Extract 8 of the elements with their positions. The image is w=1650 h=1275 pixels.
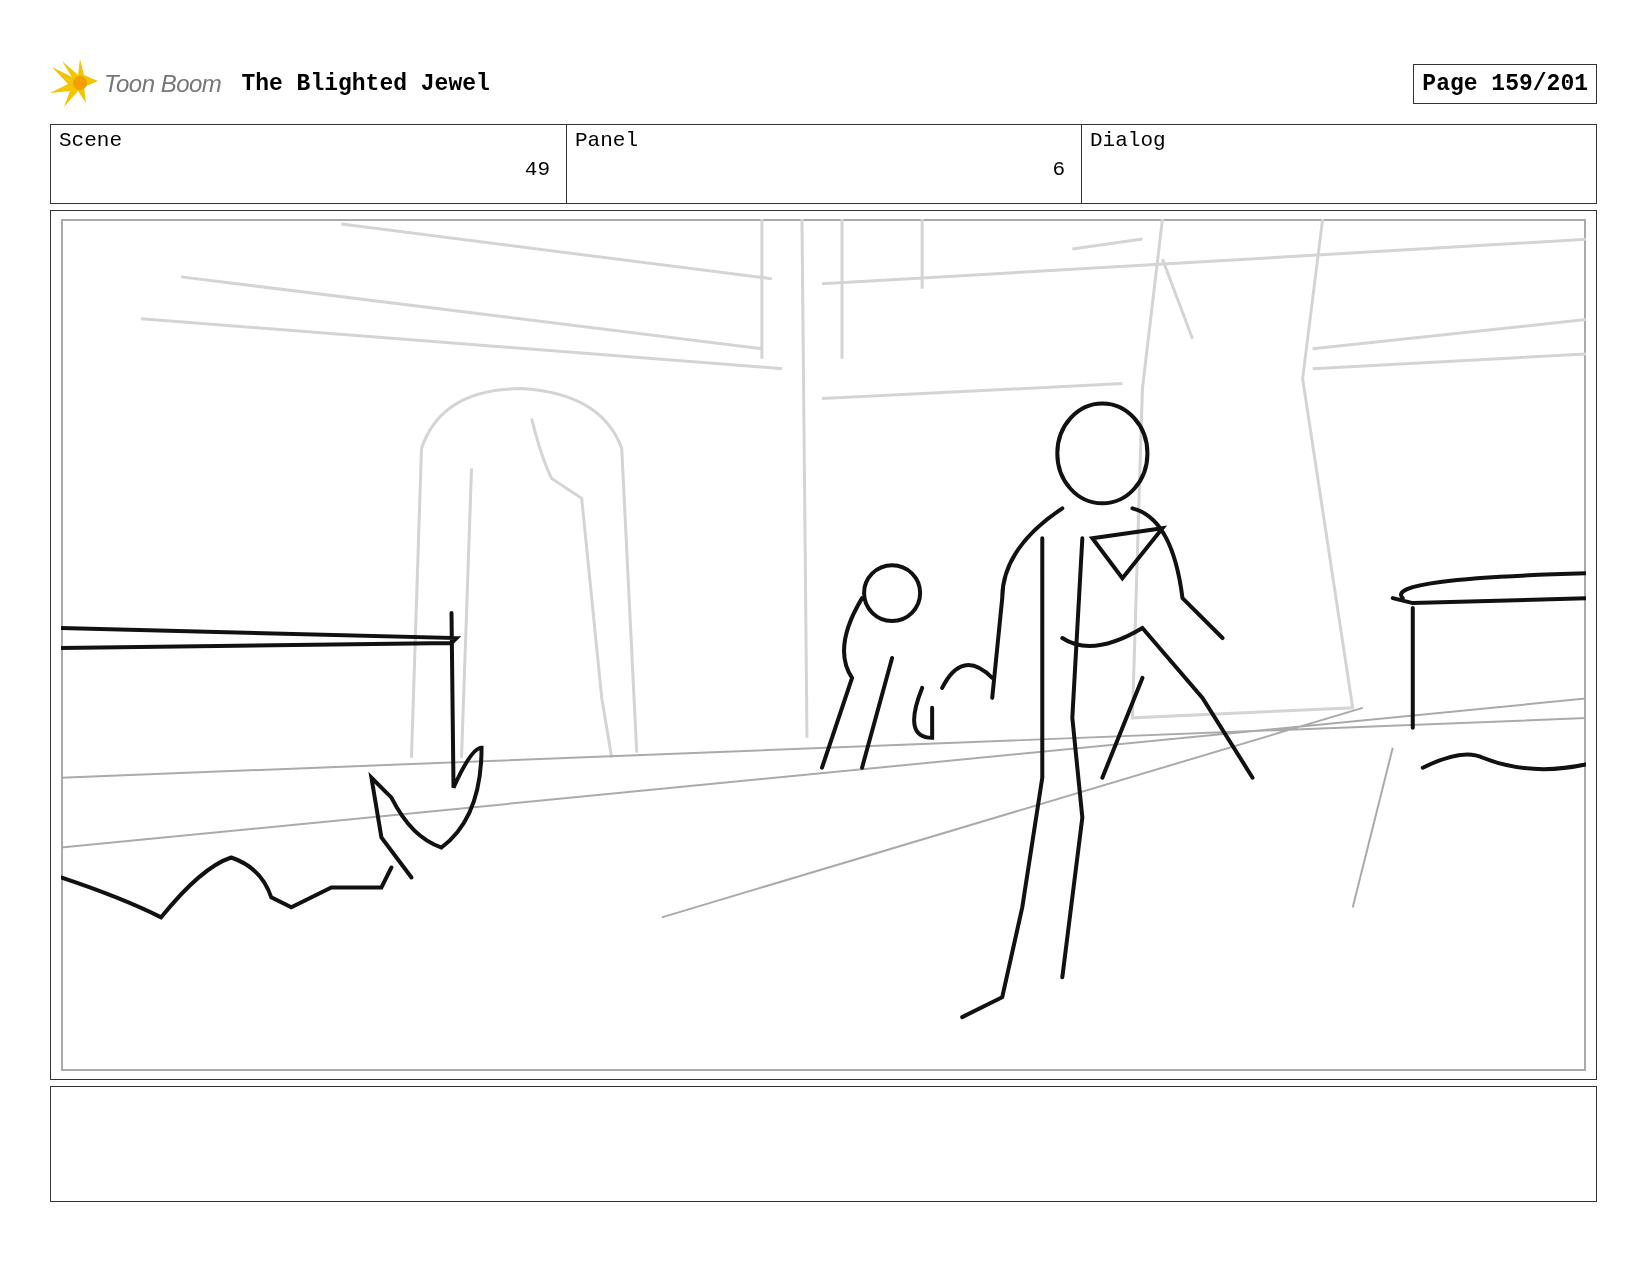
page-counter: Page 159/201 xyxy=(1413,64,1597,104)
field-label: Scene xyxy=(59,129,122,152)
logo-wordmark: Toon Boom xyxy=(104,70,222,98)
field-label: Panel xyxy=(575,129,638,152)
field-label: Dialog xyxy=(1090,129,1166,152)
field-value: 6 xyxy=(1052,158,1065,181)
storyboard-title: The Blighted Jewel xyxy=(241,71,490,97)
field-value: 49 xyxy=(524,158,550,181)
